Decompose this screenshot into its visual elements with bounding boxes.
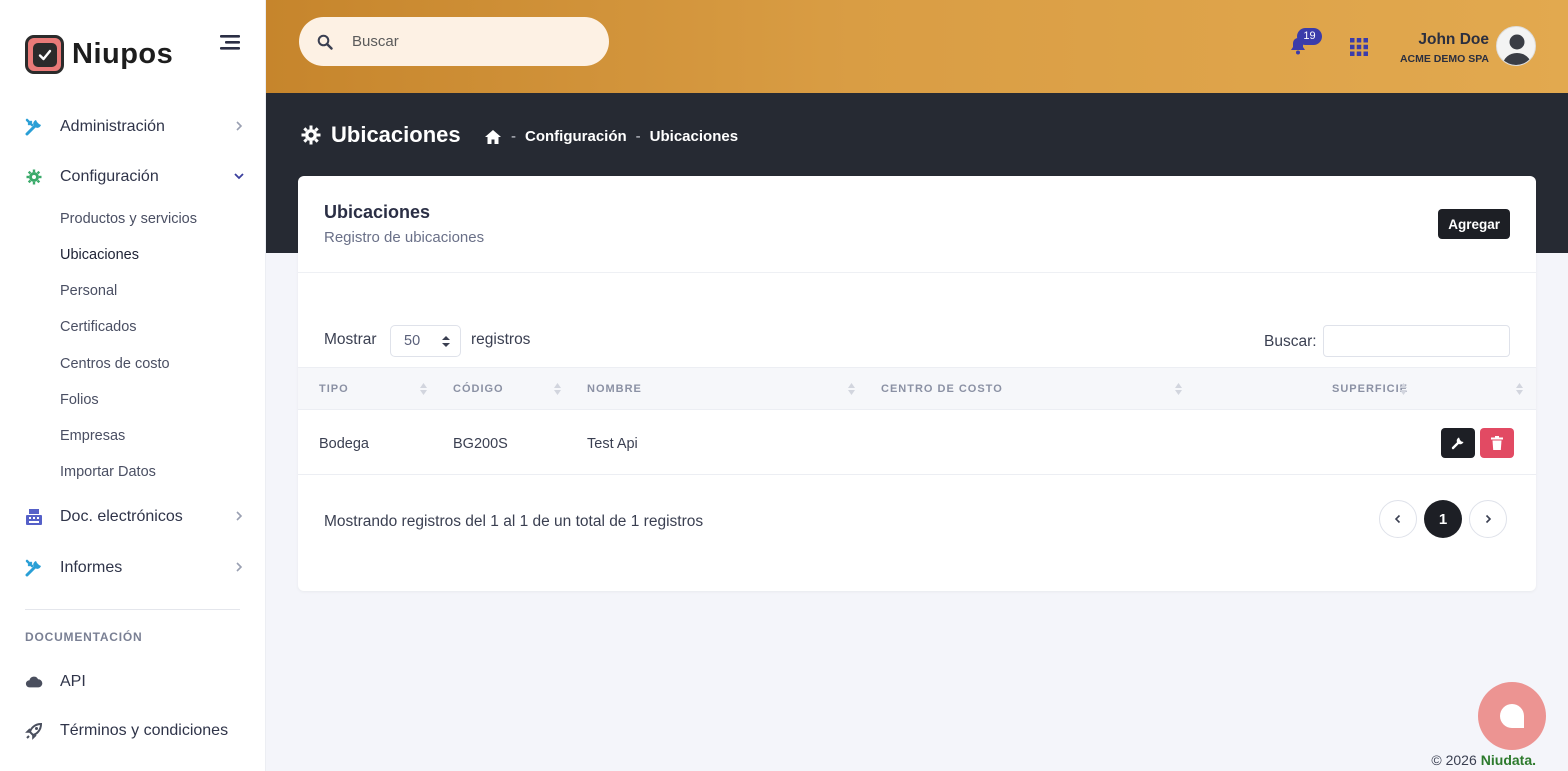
user-avatar-icon xyxy=(1503,34,1531,65)
cell-codigo: BG200S xyxy=(453,436,508,452)
chevron-right-icon xyxy=(1485,514,1492,524)
sidebar-subitem-centros-de-costo[interactable]: Centros de costo xyxy=(60,356,170,372)
select-arrows-icon xyxy=(442,336,450,347)
cell-tipo: Bodega xyxy=(319,436,369,452)
sidebar-item-label: Doc. electrónicos xyxy=(60,508,183,525)
sidebar-item-api[interactable]: API xyxy=(25,667,245,697)
chat-icon xyxy=(1500,704,1524,728)
page-length-select[interactable]: 50 xyxy=(390,325,461,357)
topbar: 19 John Doe ACME DEMO SPA xyxy=(266,0,1568,93)
brand-logo[interactable]: Niupos xyxy=(25,35,173,74)
sidebar-item-terminos[interactable]: Términos y condiciones xyxy=(25,716,245,746)
sidebar-item-label: Informes xyxy=(60,559,123,576)
page-length-suffix: registros xyxy=(471,331,531,348)
pagination-page-current[interactable]: 1 xyxy=(1424,500,1462,538)
chevron-down-icon xyxy=(234,173,244,180)
tools-icon xyxy=(25,118,43,136)
sidebar-subitem-certificados[interactable]: Certificados xyxy=(60,319,137,335)
sort-icon xyxy=(554,383,561,395)
table-info: Mostrando registros del 1 al 1 de un tot… xyxy=(324,513,704,530)
notification-badge: 19 xyxy=(1297,28,1322,45)
column-header-codigo[interactable]: CÓDIGO xyxy=(453,383,504,395)
edit-button[interactable] xyxy=(1441,428,1475,458)
breadcrumb-separator: - xyxy=(511,128,516,145)
page-title-text: Ubicaciones xyxy=(331,122,461,147)
cloud-icon xyxy=(25,673,43,691)
sort-icon xyxy=(420,383,427,395)
footer-copyright: © 2026 xyxy=(1431,752,1477,768)
sidebar-item-doc-electronicos[interactable]: Doc. electrónicos xyxy=(25,502,245,532)
sidebar-subitem-personal[interactable]: Personal xyxy=(60,283,117,299)
sidebar-subitem-ubicaciones[interactable]: Ubicaciones xyxy=(60,247,139,263)
sidebar-item-informes[interactable]: Informes xyxy=(25,553,245,583)
sidebar-subitem-productos[interactable]: Productos y servicios xyxy=(60,211,197,227)
column-header-tipo[interactable]: TIPO xyxy=(319,383,349,395)
sidebar-item-label: API xyxy=(60,673,86,690)
sidebar-item-configuracion[interactable]: Configuración xyxy=(25,162,245,192)
footer: © 2026 Niudata. xyxy=(1431,752,1536,768)
column-header-superficie[interactable]: SUPERFICIE xyxy=(1332,383,1408,395)
user-company: ACME DEMO SPA xyxy=(1399,53,1489,65)
cell-nombre: Test Api xyxy=(587,436,638,452)
home-icon[interactable] xyxy=(484,129,502,145)
rocket-icon xyxy=(25,722,43,740)
page-length-value: 50 xyxy=(404,333,421,349)
breadcrumb: - Configuración - Ubicaciones xyxy=(484,128,738,145)
pagination-next[interactable] xyxy=(1469,500,1507,538)
chat-button[interactable] xyxy=(1478,682,1546,750)
gear-icon xyxy=(25,168,43,186)
sidebar-section-label: DOCUMENTACIÓN xyxy=(25,630,143,644)
gear-icon xyxy=(301,125,321,145)
table-search-label: Buscar: xyxy=(1264,333,1317,350)
add-button[interactable]: Agregar xyxy=(1438,209,1510,239)
sidebar-divider xyxy=(25,609,240,610)
sort-icon xyxy=(1400,383,1407,395)
wrench-icon xyxy=(1451,437,1464,450)
table-search-input[interactable] xyxy=(1323,325,1510,357)
ubicaciones-card: Ubicaciones Registro de ubicaciones Agre… xyxy=(298,176,1536,591)
breadcrumb-item-configuracion[interactable]: Configuración xyxy=(525,128,627,145)
chevron-left-icon xyxy=(1394,514,1401,524)
global-search xyxy=(299,17,609,66)
apps-grid-icon[interactable] xyxy=(1350,38,1368,56)
sidebar-item-label: Configuración xyxy=(60,168,159,185)
sort-icon xyxy=(848,383,855,395)
tools-icon xyxy=(25,559,43,577)
search-icon xyxy=(317,34,333,50)
cash-register-icon xyxy=(25,508,43,526)
logo-icon xyxy=(25,35,64,74)
chevron-right-icon xyxy=(236,511,243,521)
delete-button[interactable] xyxy=(1480,428,1514,458)
table-header: TIPO CÓDIGO NOMBRE CENTRO DE COSTO SUPER… xyxy=(298,367,1536,410)
page-title: Ubicaciones xyxy=(301,122,461,148)
sidebar: Niupos Administración Configuración Prod… xyxy=(0,0,266,771)
avatar[interactable] xyxy=(1496,26,1536,66)
chevron-right-icon xyxy=(236,562,243,572)
breadcrumb-separator: - xyxy=(635,128,641,145)
sidebar-item-administracion[interactable]: Administración xyxy=(25,112,245,142)
chevron-right-icon xyxy=(236,121,243,131)
sidebar-subitem-empresas[interactable]: Empresas xyxy=(60,428,125,444)
search-input[interactable] xyxy=(352,33,582,50)
sort-icon xyxy=(1175,383,1182,395)
card-divider xyxy=(298,272,1536,273)
pagination-prev[interactable] xyxy=(1379,500,1417,538)
card-subtitle: Registro de ubicaciones xyxy=(324,229,485,246)
page-length-label: Mostrar xyxy=(324,331,377,348)
sidebar-item-label: Términos y condiciones xyxy=(60,722,229,739)
footer-brand-link[interactable]: Niudata. xyxy=(1481,752,1536,768)
sort-icon xyxy=(1516,383,1523,395)
breadcrumb-item-ubicaciones: Ubicaciones xyxy=(649,128,739,145)
column-header-nombre[interactable]: NOMBRE xyxy=(587,383,642,395)
sidebar-subitem-importar-datos[interactable]: Importar Datos xyxy=(60,464,156,480)
sidebar-item-label: Administración xyxy=(60,118,165,135)
user-name[interactable]: John Doe xyxy=(1418,31,1489,49)
table-row: Bodega BG200S Test Api xyxy=(298,411,1536,475)
sidebar-subitem-folios[interactable]: Folios xyxy=(60,392,99,408)
trash-icon xyxy=(1491,436,1503,450)
menu-toggle-icon[interactable] xyxy=(220,33,242,51)
brand-name: Niupos xyxy=(72,38,174,70)
card-title: Ubicaciones xyxy=(324,202,431,222)
column-header-centro-de-costo[interactable]: CENTRO DE COSTO xyxy=(881,383,1003,395)
